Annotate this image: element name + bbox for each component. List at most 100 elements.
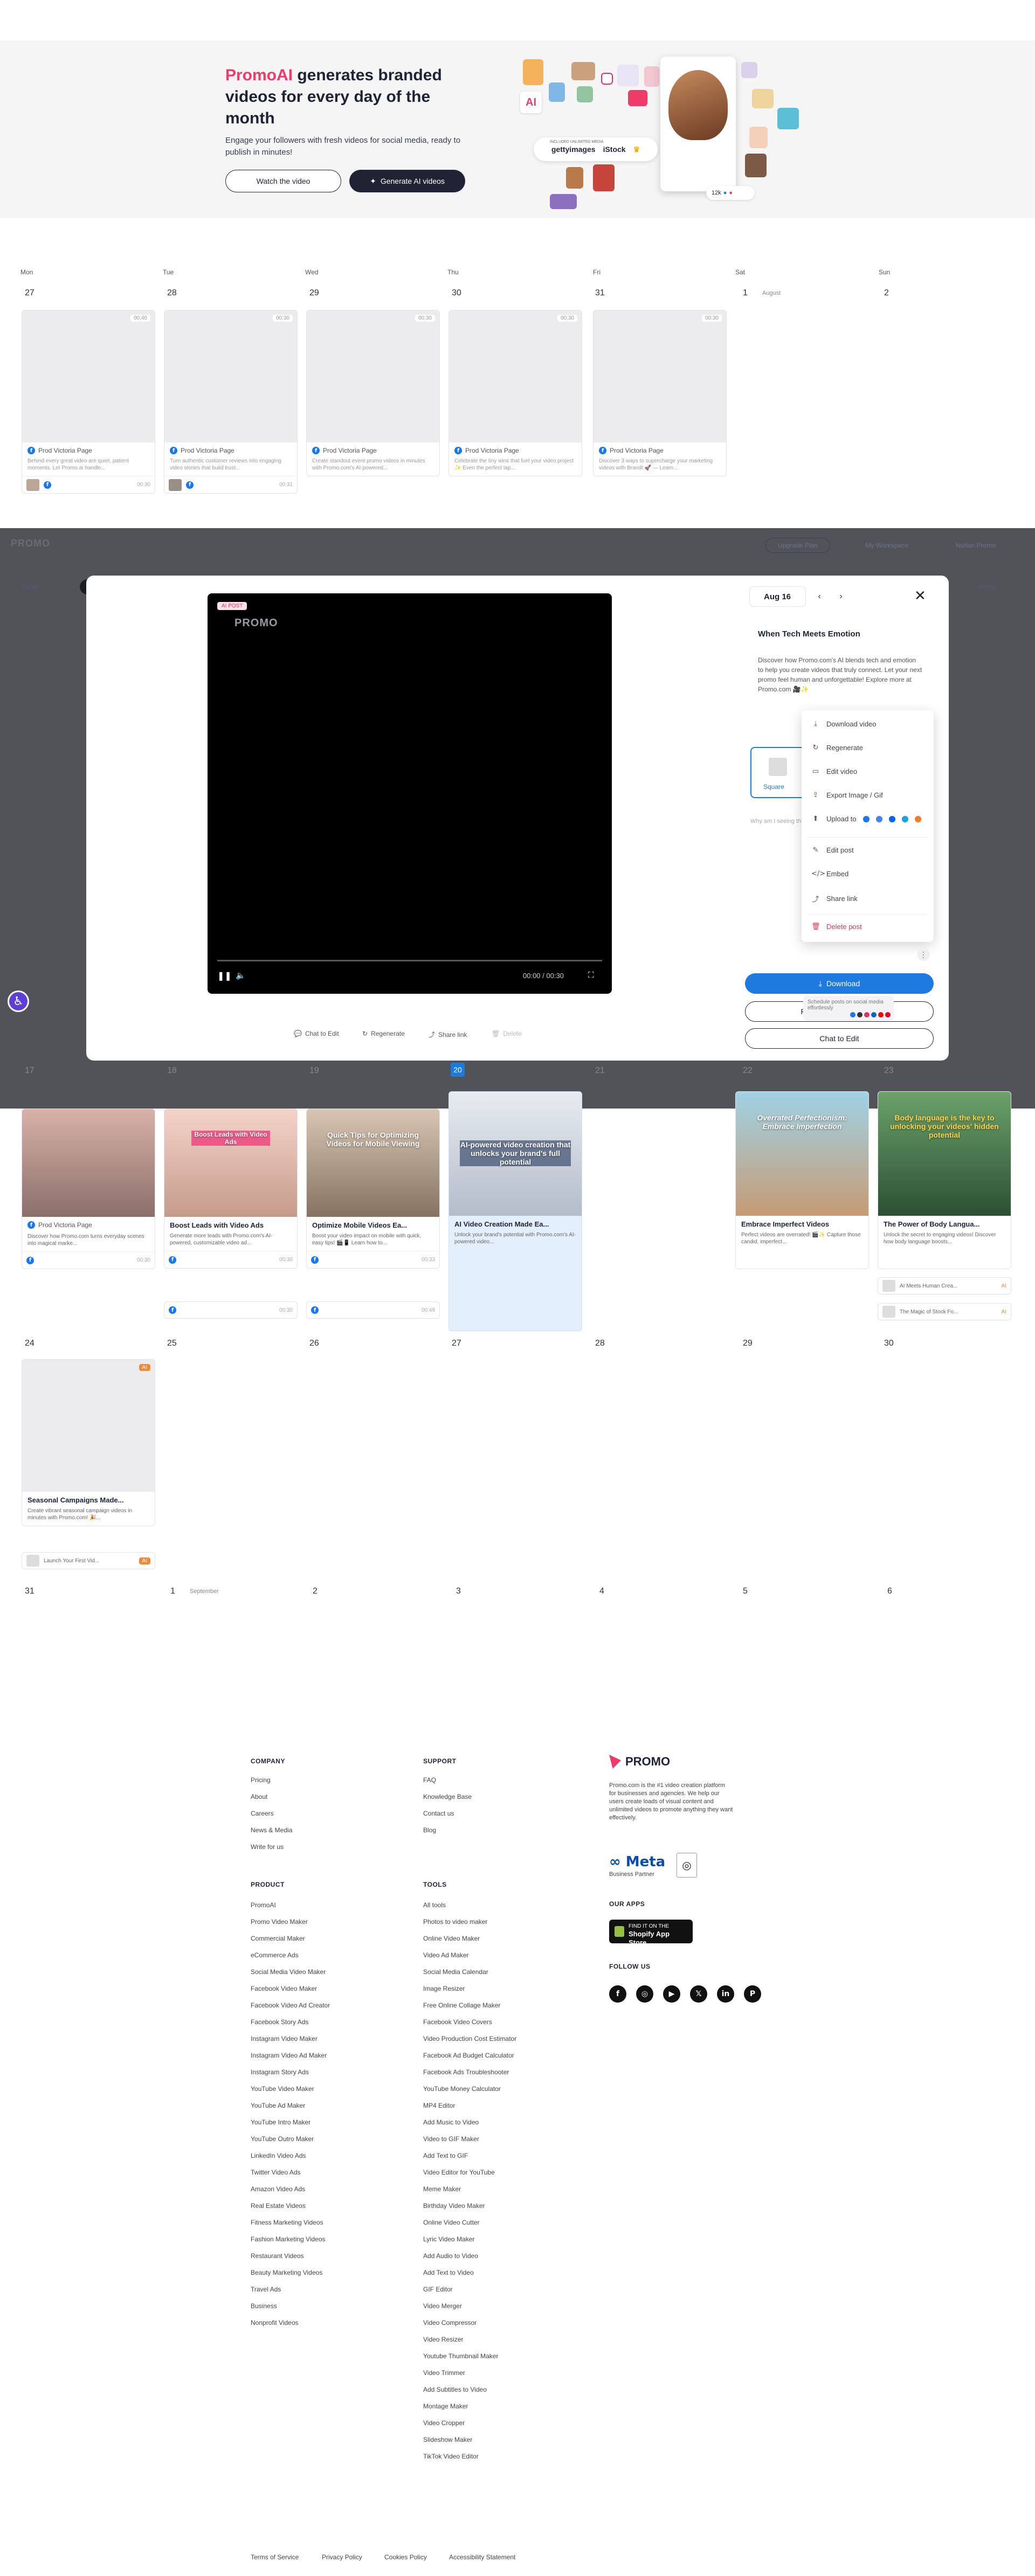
menu-upload-to[interactable]: ⬆ Upload to: [811, 815, 921, 823]
footer-link-tools[interactable]: Video Production Cost Estimator: [423, 2035, 516, 2042]
footer-link-tools[interactable]: YouTube Money Calculator: [423, 2085, 501, 2093]
menu-delete-post[interactable]: 🗑 Delete post: [811, 923, 862, 931]
workspace-selector[interactable]: My Workspace: [849, 538, 924, 553]
post-thumbnail[interactable]: 00:40: [22, 310, 155, 442]
menu-share-link[interactable]: ⤴ Share link: [811, 894, 857, 904]
footer-link-product[interactable]: Facebook Video Ad Creator: [251, 2002, 330, 2009]
footer-link-product[interactable]: Social Media Video Maker: [251, 1968, 326, 1976]
footer-link-tools[interactable]: Online Video Maker: [423, 1935, 480, 1942]
today-button[interactable]: Today: [22, 583, 39, 591]
footer-link-tools[interactable]: Video Trimmer: [423, 2369, 465, 2377]
post-image[interactable]: AI: [22, 1360, 155, 1492]
footer-link-product[interactable]: YouTube Outro Maker: [251, 2135, 314, 2143]
linkedin-icon[interactable]: in: [717, 1985, 734, 2003]
footer-link-tools[interactable]: Add Text to GIF: [423, 2152, 468, 2159]
post-card[interactable]: 00:30 f Prod Victoria Page Turn authentic…: [164, 310, 298, 494]
footer-link-product[interactable]: Instagram Story Ads: [251, 2068, 309, 2076]
share-link-action[interactable]: ⤴ Share link: [429, 1030, 467, 1039]
footer-link-tools[interactable]: TikTok Video Editor: [423, 2453, 479, 2460]
footer-link-tools[interactable]: GIF Editor: [423, 2286, 453, 2293]
menu-export-image[interactable]: ⇪ Export Image / Gif: [811, 791, 883, 799]
more-options-icon[interactable]: ⋮: [917, 948, 930, 961]
footer-link-tools[interactable]: Video Compressor: [423, 2319, 477, 2326]
regenerate-action[interactable]: ↻ Regenerate: [362, 1030, 405, 1037]
footer-link-product[interactable]: Promo Video Maker: [251, 1918, 308, 1926]
sub-post-row[interactable]: AI Meets Human Crea... AI: [878, 1277, 1011, 1294]
next-arrow-icon[interactable]: ›: [833, 588, 849, 605]
pause-icon[interactable]: ❚❚: [217, 971, 232, 981]
post-card-selected[interactable]: AI-powered video creation that unlocks y…: [448, 1091, 582, 1331]
post-thumbnail[interactable]: 00:30: [594, 310, 726, 442]
footer-link-product[interactable]: Beauty Marketing Videos: [251, 2269, 322, 2276]
footer-link-tools[interactable]: Add Subtitles to Video: [423, 2386, 487, 2393]
footer-link-tools[interactable]: Add Audio to Video: [423, 2252, 478, 2260]
close-icon[interactable]: ✕: [914, 587, 926, 604]
privacy-link[interactable]: Privacy Policy: [322, 2553, 362, 2561]
menu-embed[interactable]: </> Embed: [811, 870, 848, 878]
post-card[interactable]: f Prod Victoria Page Discover how Promo.c…: [22, 1109, 155, 1269]
footer-link-company[interactable]: About: [251, 1793, 267, 1801]
post-card[interactable]: 00:40 f Prod Victoria Page Behind every g…: [22, 310, 155, 494]
terms-link[interactable]: Terms of Service: [251, 2553, 299, 2561]
post-card[interactable]: 00:30 f Prod Victoria Page Create standou…: [306, 310, 440, 476]
post-image[interactable]: Quick Tips for Optimizing Videos for Mob…: [307, 1109, 439, 1217]
footer-link-tools[interactable]: Youtube Thumbnail Maker: [423, 2352, 498, 2360]
footer-link-tools[interactable]: Add Music to Video: [423, 2118, 479, 2126]
footer-link-product[interactable]: Restaurant Videos: [251, 2252, 304, 2260]
footer-link-tools[interactable]: Slideshow Maker: [423, 2436, 472, 2443]
footer-link-tools[interactable]: Photos to video maker: [423, 1918, 487, 1926]
footer-link-tools[interactable]: Video Resizer: [423, 2336, 463, 2343]
post-image[interactable]: [22, 1109, 155, 1217]
post-date[interactable]: Aug 16: [749, 586, 806, 607]
footer-link-tools[interactable]: Video Editor for YouTube: [423, 2169, 495, 2176]
footer-link-product[interactable]: Facebook Video Maker: [251, 1985, 317, 1992]
footer-link-tools[interactable]: Add Text to Video: [423, 2269, 474, 2276]
generate-ai-videos-button[interactable]: ✦ Generate AI videos: [349, 170, 465, 192]
watch-video-button[interactable]: Watch the video: [225, 170, 341, 192]
footer-link-company[interactable]: Write for us: [251, 1843, 284, 1851]
footer-link-product[interactable]: LinkedIn Video Ads: [251, 2152, 306, 2159]
sub-post-row[interactable]: f 00:30: [164, 1301, 298, 1319]
post-image[interactable]: Overrated Perfectionism: Embrace Imperfe…: [736, 1092, 868, 1216]
upgrade-plan-button[interactable]: Upgrade Plan: [765, 538, 830, 553]
footer-link-tools[interactable]: Social Media Calendar: [423, 1968, 488, 1976]
footer-link-product[interactable]: Amazon Video Ads: [251, 2185, 305, 2193]
footer-link-tools[interactable]: Video Cropper: [423, 2419, 465, 2427]
sub-post-row[interactable]: The Magic of Stock Fo... AI: [878, 1303, 1011, 1320]
why-seeing-note[interactable]: Why am I seeing this?: [750, 818, 809, 825]
download-button[interactable]: ⤓ Download: [745, 973, 934, 994]
accessibility-link[interactable]: Accessibility Statement: [449, 2553, 515, 2561]
delete-action[interactable]: 🗑 Delete: [492, 1030, 522, 1037]
volume-icon[interactable]: 🔈: [236, 971, 246, 980]
menu-download-video[interactable]: ⤓ Download video: [811, 720, 876, 728]
sub-post-row[interactable]: Launch Your First Vid... AI: [22, 1552, 155, 1569]
footer-link-company[interactable]: Pricing: [251, 1776, 271, 1784]
post-card[interactable]: AI Seasonal Campaigns Made... Create vib…: [22, 1359, 155, 1526]
footer-link-product[interactable]: Instagram Video Maker: [251, 2035, 318, 2042]
post-thumbnail[interactable]: 00:30: [449, 310, 582, 442]
x-icon[interactable]: 𝕏: [690, 1985, 707, 2003]
footer-link-product[interactable]: Real Estate Videos: [251, 2202, 306, 2210]
footer-link-product[interactable]: YouTube Video Maker: [251, 2085, 314, 2093]
facebook-icon[interactable]: f: [609, 1985, 626, 2003]
post-card[interactable]: Body language is the key to unlocking yo…: [878, 1091, 1011, 1269]
fullscreen-icon[interactable]: ⛶: [588, 971, 594, 980]
footer-link-product[interactable]: Travel Ads: [251, 2286, 281, 2293]
post-card[interactable]: Boost Leads with Video Ads Boost Leads w…: [164, 1109, 298, 1269]
footer-link-product[interactable]: Twitter Video Ads: [251, 2169, 301, 2176]
menu-edit-post[interactable]: ✎ Edit post: [811, 846, 854, 854]
footer-link-company[interactable]: News & Media: [251, 1826, 292, 1834]
footer-link-product[interactable]: Instagram Video Ad Maker: [251, 2052, 327, 2059]
instagram-icon[interactable]: ◎: [636, 1985, 653, 2003]
menu-edit-video[interactable]: ▭ Edit video: [811, 767, 857, 775]
footer-link-tools[interactable]: Meme Maker: [423, 2185, 461, 2193]
footer-link-tools[interactable]: Image Resizer: [423, 1985, 465, 1992]
footer-link-product[interactable]: Fitness Marketing Videos: [251, 2219, 323, 2226]
post-image[interactable]: AI-powered video creation that unlocks y…: [449, 1092, 582, 1216]
post-image[interactable]: Body language is the key to unlocking yo…: [878, 1092, 1011, 1216]
footer-link-tools[interactable]: Facebook Ads Troubleshooter: [423, 2068, 509, 2076]
footer-logo[interactable]: PROMO: [609, 1755, 670, 1769]
chat-to-edit-action[interactable]: 💬 Chat to Edit: [294, 1030, 339, 1037]
footer-link-tools[interactable]: All tools: [423, 1901, 446, 1909]
footer-link-product[interactable]: Facebook Story Ads: [251, 2018, 308, 2026]
